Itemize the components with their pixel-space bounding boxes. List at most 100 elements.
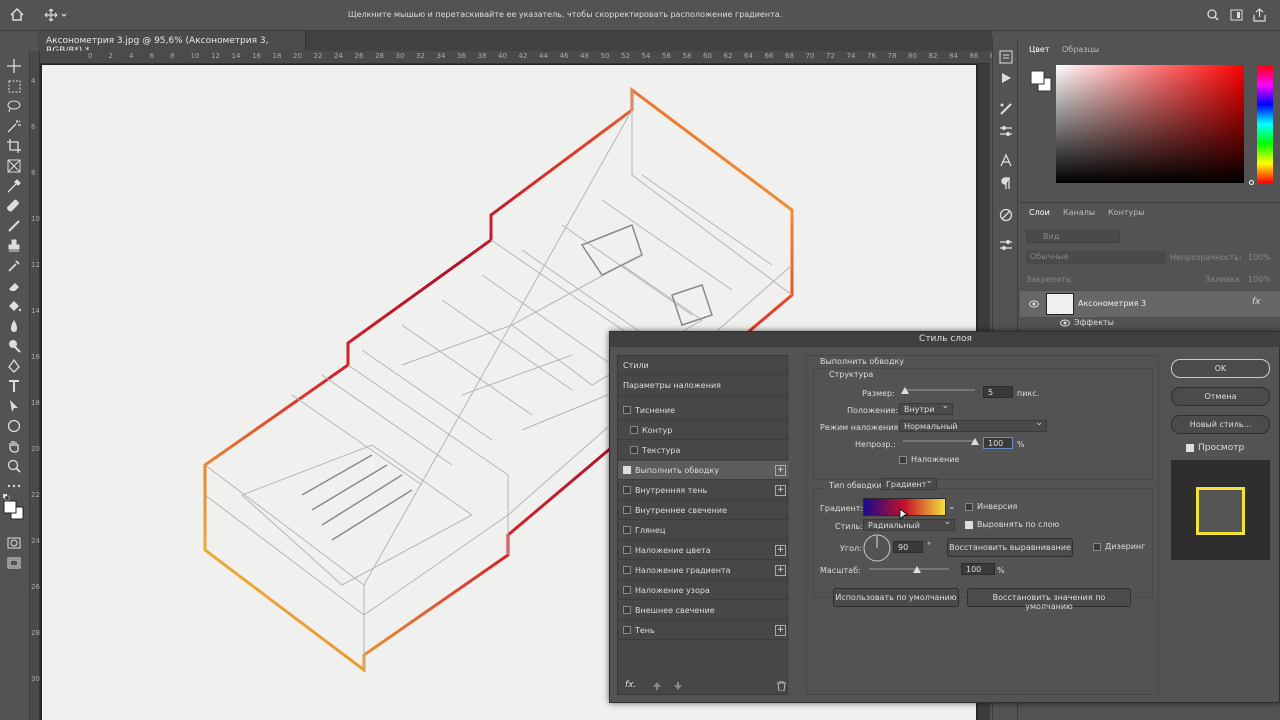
blend-mode-select[interactable]: Нормальный: [899, 418, 1047, 432]
effects-eye-icon[interactable]: [1060, 319, 1070, 327]
scale-input[interactable]: 100: [961, 563, 995, 575]
search-icon[interactable]: [1207, 9, 1219, 21]
align-layer-checkbox[interactable]: Выровнять по слою: [965, 520, 1059, 529]
align-layer-checkbox-box[interactable]: [965, 520, 973, 529]
share-icon[interactable]: [1253, 8, 1266, 22]
tab-layers[interactable]: Слои: [1029, 208, 1050, 217]
fill-type-select[interactable]: Градиент: [881, 476, 937, 490]
add-effect-icon[interactable]: +: [775, 545, 786, 556]
styles-icon[interactable]: [999, 208, 1013, 222]
shape-icon[interactable]: [6, 418, 22, 434]
trash-icon[interactable]: [777, 681, 786, 691]
document-tab[interactable]: Аксонометрия 3.jpg @ 95,6% (Аксонометрия…: [38, 31, 306, 56]
style-item[interactable]: Наложение цвета +: [618, 541, 789, 560]
style-item-checkbox[interactable]: [623, 466, 631, 474]
history-brush-icon[interactable]: [6, 258, 22, 274]
hand-icon[interactable]: [6, 438, 22, 454]
frame-icon[interactable]: [6, 158, 22, 174]
preview-checkbox-box[interactable]: [1186, 444, 1194, 452]
blur-icon[interactable]: [6, 318, 22, 334]
zoom-icon[interactable]: [6, 458, 22, 474]
dither-checkbox[interactable]: Дизеринг: [1093, 542, 1145, 551]
opacity-slider[interactable]: [903, 440, 975, 442]
healing-brush-icon[interactable]: [6, 198, 22, 214]
foreground-background-swatch-icon[interactable]: [2, 494, 26, 524]
reset-default-button[interactable]: Восстановить значения по умолчанию: [967, 588, 1131, 611]
opacity-input[interactable]: 100: [983, 437, 1013, 449]
gradient-style-select[interactable]: Радиальный: [863, 517, 955, 531]
dodge-icon[interactable]: [6, 338, 22, 354]
lasso-icon[interactable]: [6, 98, 22, 114]
path-selection-icon[interactable]: [6, 398, 22, 414]
styles-header[interactable]: Стили: [618, 356, 789, 375]
scale-slider-thumb[interactable]: [913, 566, 921, 573]
history-icon[interactable]: [999, 50, 1013, 64]
opacity-slider-thumb[interactable]: [971, 438, 979, 445]
gradient-dropdown-icon[interactable]: ⌄: [948, 502, 956, 512]
blending-options[interactable]: Параметры наложения: [618, 375, 789, 397]
tab-swatches[interactable]: Образцы: [1062, 45, 1099, 54]
style-item[interactable]: Текстура: [618, 441, 789, 460]
angle-input[interactable]: 90: [893, 541, 923, 553]
paint-bucket-icon[interactable]: [6, 298, 22, 314]
effects-row[interactable]: Эффекты: [1060, 317, 1260, 329]
style-item[interactable]: Тиснение: [618, 401, 789, 420]
stamp-icon[interactable]: [6, 238, 22, 254]
layer-row[interactable]: Аксонометрия 3 fx: [1020, 291, 1280, 317]
move-up-icon[interactable]: [653, 682, 661, 690]
eyedropper-icon[interactable]: [6, 178, 22, 194]
scale-slider[interactable]: [869, 568, 949, 570]
size-slider-thumb[interactable]: [901, 387, 909, 394]
tab-channels[interactable]: Каналы: [1063, 208, 1095, 217]
play-actions-icon[interactable]: [1000, 72, 1012, 84]
style-item-checkbox[interactable]: [623, 406, 631, 414]
properties-icon[interactable]: [999, 124, 1013, 138]
style-item-checkbox[interactable]: [623, 626, 631, 634]
marquee-icon[interactable]: [6, 78, 22, 94]
preview-checkbox[interactable]: Просмотр: [1186, 443, 1244, 453]
eraser-icon[interactable]: [6, 278, 22, 294]
make-default-button[interactable]: Использовать по умолчанию: [833, 588, 959, 607]
ok-button[interactable]: OK: [1171, 359, 1270, 378]
hue-slider[interactable]: [1257, 65, 1273, 183]
add-effect-icon[interactable]: +: [775, 625, 786, 636]
cancel-button[interactable]: Отмена: [1171, 387, 1270, 406]
style-item-checkbox[interactable]: [623, 566, 631, 574]
layer-fx-icon[interactable]: fx: [1252, 297, 1261, 307]
quick-mask-icon[interactable]: [6, 535, 22, 551]
eye-icon[interactable]: [1029, 300, 1039, 308]
add-effect-icon[interactable]: +: [775, 485, 786, 496]
size-slider[interactable]: [903, 389, 975, 391]
style-item[interactable]: Выполнить обводку +: [618, 461, 789, 480]
fill-value[interactable]: 100%: [1248, 275, 1271, 284]
layer-filter[interactable]: Вид: [1026, 230, 1120, 243]
color-field[interactable]: [1056, 65, 1254, 185]
angle-dial[interactable]: [863, 534, 891, 562]
style-item[interactable]: Наложение узора: [618, 581, 789, 600]
move-down-icon[interactable]: [674, 682, 682, 690]
reverse-checkbox-box[interactable]: [965, 502, 973, 511]
pen-icon[interactable]: [6, 358, 22, 374]
style-item[interactable]: Внутренняя тень +: [618, 481, 789, 500]
character-icon[interactable]: [1000, 154, 1012, 167]
style-item-checkbox[interactable]: [623, 586, 631, 594]
magic-wand-icon[interactable]: [6, 118, 22, 134]
style-item[interactable]: Глянец: [618, 521, 789, 540]
add-effect-icon[interactable]: +: [775, 465, 786, 476]
tab-color[interactable]: Цвет: [1029, 45, 1050, 54]
layer-name[interactable]: Аксонометрия 3: [1078, 299, 1146, 308]
style-item[interactable]: Наложение градиента +: [618, 561, 789, 580]
workspace-icon[interactable]: [1230, 9, 1243, 21]
more-tools-icon[interactable]: [6, 478, 22, 494]
size-input[interactable]: 5: [983, 386, 1013, 398]
adjustments-icon[interactable]: [999, 102, 1013, 116]
reverse-checkbox[interactable]: Инверсия: [965, 502, 1017, 511]
style-item-checkbox[interactable]: [623, 506, 631, 514]
libraries-icon[interactable]: [999, 238, 1013, 252]
type-icon[interactable]: [6, 378, 22, 394]
brush-icon[interactable]: [6, 218, 22, 234]
style-item[interactable]: Внешнее свечение: [618, 601, 789, 620]
style-item-checkbox[interactable]: [630, 446, 638, 454]
reset-alignment-button[interactable]: Восстановить выравнивание: [947, 538, 1073, 557]
style-item[interactable]: Тень +: [618, 621, 789, 640]
